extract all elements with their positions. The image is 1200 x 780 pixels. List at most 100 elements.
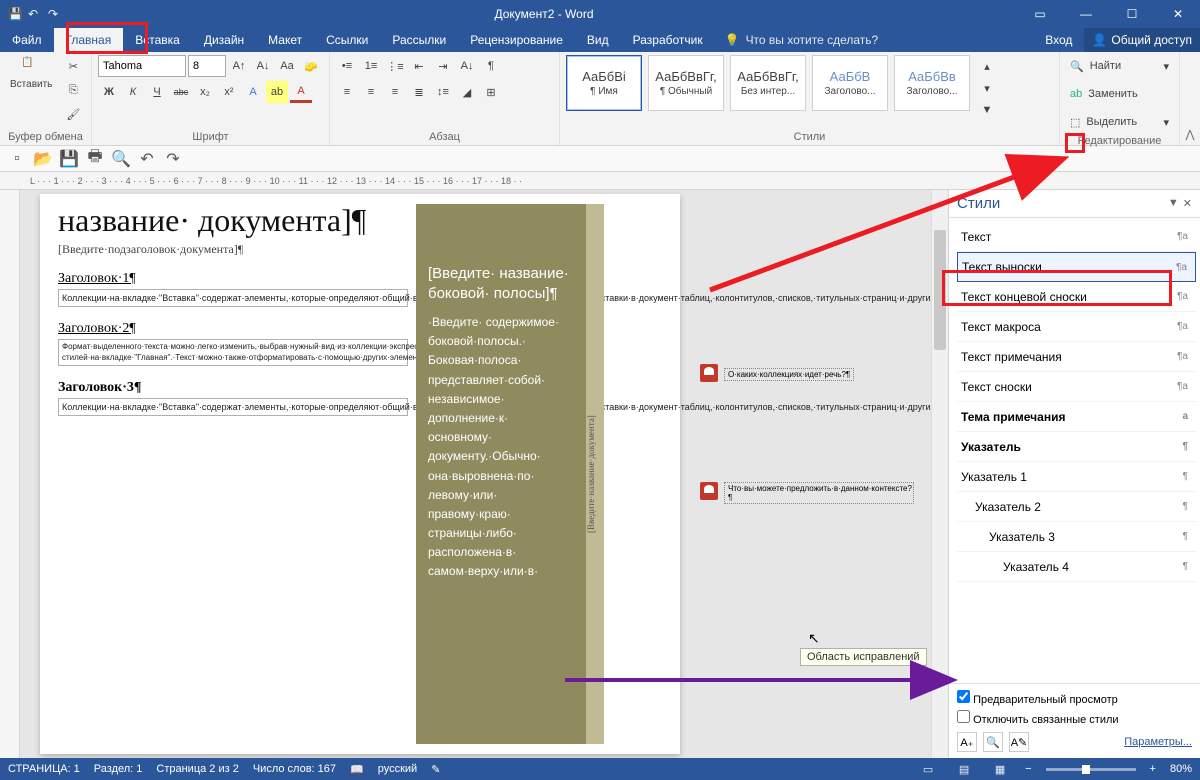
- printlayout-button[interactable]: ▤: [953, 760, 975, 778]
- disable-linked-checkbox[interactable]: Отключить связанные стили: [957, 710, 1192, 726]
- undo-icon[interactable]: ↶: [28, 7, 42, 21]
- replace-button[interactable]: abЗаменить: [1066, 83, 1173, 105]
- gallery-up-button[interactable]: ▴: [976, 55, 998, 77]
- ribbon-options-icon[interactable]: ▭: [1018, 0, 1062, 28]
- track-changes-icon[interactable]: ✎: [431, 763, 440, 776]
- tab-mailings[interactable]: Рассылки: [380, 28, 458, 52]
- minimize-button[interactable]: —: [1064, 0, 1108, 28]
- scrollbar-thumb[interactable]: [934, 230, 946, 350]
- pane-close-button[interactable]: ✕: [1183, 197, 1192, 210]
- show-marks-button[interactable]: ¶: [480, 55, 502, 77]
- font-color-button[interactable]: A: [290, 81, 312, 103]
- strike-button[interactable]: abc: [170, 81, 192, 103]
- print-icon[interactable]: 🖶: [86, 150, 104, 168]
- tell-me[interactable]: 💡Что вы хотите сделать?: [715, 28, 889, 52]
- zoom-slider[interactable]: [1046, 768, 1136, 771]
- doc-title[interactable]: название· документа]¶: [58, 204, 408, 238]
- bullets-button[interactable]: •≡: [336, 55, 358, 77]
- status-words[interactable]: Число слов: 167: [253, 763, 336, 775]
- align-center-button[interactable]: ≡: [360, 81, 382, 103]
- shading-button[interactable]: ◢: [456, 81, 478, 103]
- style-item[interactable]: АаБбВвГг,Без интер...: [730, 55, 806, 111]
- underline-button[interactable]: Ч: [146, 81, 168, 103]
- readmode-button[interactable]: ▭: [917, 760, 939, 778]
- options-link[interactable]: Параметры...: [1124, 736, 1192, 748]
- style-item[interactable]: АаБбВвГг,¶ Обычный: [648, 55, 724, 111]
- highlight-button[interactable]: ab: [266, 81, 288, 103]
- styles-pane-item[interactable]: Текст макроса¶a: [957, 312, 1196, 342]
- styles-pane-item[interactable]: Указатель 3¶: [957, 522, 1196, 552]
- horizontal-ruler[interactable]: L · · · 1 · · · 2 · · · 3 · · · 4 · · · …: [0, 172, 1200, 190]
- maximize-button[interactable]: ☐: [1110, 0, 1154, 28]
- zoom-value[interactable]: 80%: [1170, 763, 1192, 775]
- gallery-more-button[interactable]: ▼: [976, 99, 998, 121]
- pane-dropdown-button[interactable]: ▼: [1168, 197, 1179, 210]
- align-left-button[interactable]: ≡: [336, 81, 358, 103]
- tab-view[interactable]: Вид: [575, 28, 621, 52]
- styles-pane-item[interactable]: Указатель 2¶: [957, 492, 1196, 522]
- tab-developer[interactable]: Разработчик: [621, 28, 715, 52]
- bold-button[interactable]: Ж: [98, 81, 120, 103]
- proof-icon[interactable]: 📖: [350, 763, 364, 776]
- vertical-ruler[interactable]: [0, 190, 20, 758]
- tab-home[interactable]: Главная: [54, 28, 124, 52]
- tab-design[interactable]: Дизайн: [192, 28, 256, 52]
- signin-link[interactable]: Вход: [1033, 28, 1084, 52]
- numbering-button[interactable]: 1≡: [360, 55, 382, 77]
- comment[interactable]: О·каких·коллекциях·идет·речь?¶: [700, 364, 925, 382]
- status-section[interactable]: Раздел: 1: [94, 763, 143, 775]
- multilevel-button[interactable]: ⋮≡: [384, 55, 406, 77]
- style-item[interactable]: АаБбВвЗаголово...: [894, 55, 970, 111]
- tab-references[interactable]: Ссылки: [314, 28, 380, 52]
- collapse-ribbon-button[interactable]: ⋀: [1180, 52, 1200, 145]
- save-icon[interactable]: 💾: [60, 150, 78, 168]
- increase-indent-button[interactable]: ⇥: [432, 55, 454, 77]
- share-button[interactable]: 👤Общий доступ: [1084, 28, 1200, 52]
- styles-pane-item[interactable]: Текст примечания¶a: [957, 342, 1196, 372]
- style-inspector-button[interactable]: 🔍: [983, 732, 1003, 752]
- styles-pane-item[interactable]: Текст выноски¶a: [957, 252, 1196, 282]
- sidebar-column[interactable]: [Введите· название· боковой· полосы]¶ ·В…: [416, 204, 586, 744]
- redo-icon[interactable]: ↷: [48, 7, 62, 21]
- align-right-button[interactable]: ≡: [384, 81, 406, 103]
- copy-button[interactable]: ⎘: [62, 79, 84, 101]
- change-case-button[interactable]: Aa: [276, 55, 298, 77]
- new-style-button[interactable]: A₊: [957, 732, 977, 752]
- styles-pane-item[interactable]: Тема примечанияa: [957, 402, 1196, 432]
- find-button[interactable]: 🔍Найти▾: [1066, 55, 1173, 77]
- grow-font-button[interactable]: A↑: [228, 55, 250, 77]
- heading[interactable]: Заголовок·2¶: [58, 321, 408, 337]
- gallery-down-button[interactable]: ▾: [976, 77, 998, 99]
- styles-pane-item[interactable]: Указатель 1¶: [957, 462, 1196, 492]
- font-name-input[interactable]: [98, 55, 186, 77]
- sort-button[interactable]: A↓: [456, 55, 478, 77]
- sidebar-caption[interactable]: [Введите·название·документа]: [586, 204, 604, 744]
- status-pageof[interactable]: Страница 2 из 2: [156, 763, 238, 775]
- close-button[interactable]: ✕: [1156, 0, 1200, 28]
- open-icon[interactable]: 📂: [34, 150, 52, 168]
- tab-insert[interactable]: Вставка: [123, 28, 192, 52]
- style-item[interactable]: АаБбВЗаголово...: [812, 55, 888, 111]
- select-button[interactable]: ⬚Выделить▾: [1066, 111, 1173, 133]
- italic-button[interactable]: К: [122, 81, 144, 103]
- line-spacing-button[interactable]: ↕≡: [432, 81, 454, 103]
- shrink-font-button[interactable]: A↓: [252, 55, 274, 77]
- status-page[interactable]: СТРАНИЦА: 1: [8, 763, 80, 775]
- body-text[interactable]: Коллекции·на·вкладке·"Вставка"·содержат·…: [58, 289, 408, 307]
- tab-review[interactable]: Рецензирование: [458, 28, 575, 52]
- styles-pane-item[interactable]: Текст¶a: [957, 222, 1196, 252]
- styles-pane-item[interactable]: Текст концевой сноски¶a: [957, 282, 1196, 312]
- decrease-indent-button[interactable]: ⇤: [408, 55, 430, 77]
- body-text[interactable]: Коллекции·на·вкладке·"Вставка"·содержат·…: [58, 398, 408, 416]
- zoom-out-button[interactable]: −: [1025, 763, 1031, 775]
- weblayout-button[interactable]: ▦: [989, 760, 1011, 778]
- text-effects-button[interactable]: A: [242, 81, 264, 103]
- superscript-button[interactable]: x²: [218, 81, 240, 103]
- status-lang[interactable]: русский: [378, 763, 417, 775]
- undo-icon[interactable]: ↶: [138, 150, 156, 168]
- subscript-button[interactable]: x₂: [194, 81, 216, 103]
- comment[interactable]: Что·вы·можете·предложить·в·данном·контек…: [700, 482, 925, 505]
- preview-icon[interactable]: 🔍: [112, 150, 130, 168]
- borders-button[interactable]: ⊞: [480, 81, 502, 103]
- styles-list[interactable]: Текст¶aТекст выноски¶aТекст концевой сно…: [949, 218, 1200, 683]
